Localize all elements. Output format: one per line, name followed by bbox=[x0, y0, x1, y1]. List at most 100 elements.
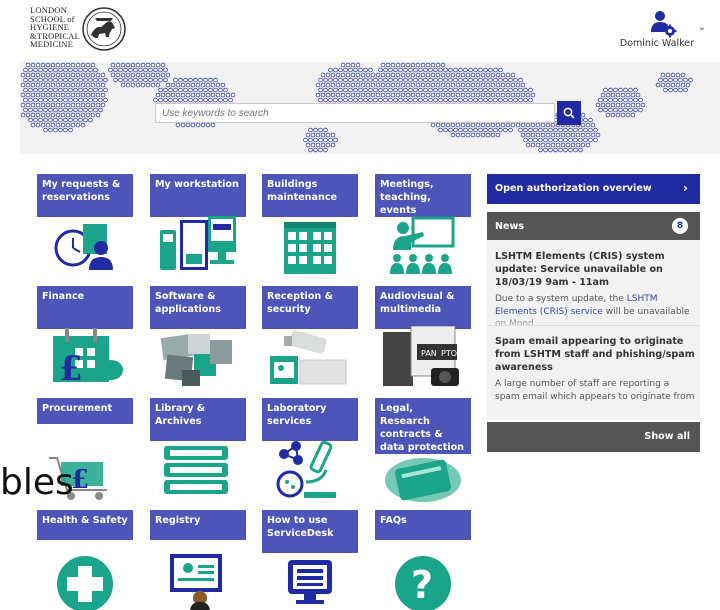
map-dot bbox=[450, 92, 456, 98]
map-dot bbox=[73, 117, 78, 123]
map-dot bbox=[80, 112, 86, 118]
map-dot bbox=[623, 107, 628, 113]
map-dot bbox=[378, 97, 383, 103]
map-dot bbox=[558, 147, 563, 153]
map-dot bbox=[480, 82, 486, 88]
map-dot bbox=[493, 97, 498, 103]
map-dot bbox=[198, 77, 203, 83]
map-dot bbox=[405, 72, 411, 78]
map-dot bbox=[613, 87, 618, 93]
tile-legal-research[interactable]: Legal, Research contracts & data protect… bbox=[375, 398, 471, 506]
map-dot bbox=[25, 62, 31, 68]
chevron-down-icon[interactable]: ⌄ bbox=[698, 22, 706, 33]
map-dot bbox=[490, 72, 496, 78]
map-dot bbox=[445, 82, 451, 88]
map-dot bbox=[603, 87, 608, 93]
tile-health-safety[interactable]: Health & Safety bbox=[37, 510, 133, 610]
news-item-title[interactable]: Spam email appearing to originate from L… bbox=[495, 335, 695, 374]
map-dot bbox=[433, 97, 438, 103]
map-dot bbox=[120, 72, 126, 78]
tile-how-to-use-servicedesk[interactable]: How to use ServiceDesk bbox=[262, 510, 358, 610]
map-dot bbox=[430, 122, 436, 128]
tile-faqs[interactable]: FAQs ? bbox=[375, 510, 471, 610]
map-dot bbox=[475, 72, 481, 78]
map-dot bbox=[50, 82, 56, 88]
news-item-title[interactable]: LSHTM Elements (CRIS) system update: Ser… bbox=[495, 250, 695, 289]
map-dot bbox=[510, 122, 516, 128]
search-input[interactable] bbox=[155, 103, 555, 123]
map-dot bbox=[20, 72, 26, 78]
news-item[interactable]: Spam email appearing to originate from L… bbox=[495, 335, 695, 415]
map-dot bbox=[610, 112, 616, 118]
map-dot bbox=[43, 117, 48, 123]
map-dot bbox=[525, 92, 531, 98]
map-dot bbox=[508, 87, 513, 93]
map-dot bbox=[495, 132, 501, 138]
map-dot bbox=[505, 82, 511, 88]
map-dot bbox=[490, 92, 496, 98]
tile-reception-security[interactable]: Reception & security bbox=[262, 286, 358, 394]
map-dot bbox=[440, 72, 446, 78]
tile-software-applications[interactable]: Software & applications bbox=[150, 286, 246, 394]
map-dot bbox=[468, 87, 473, 93]
lshtm-logo[interactable]: LONDON SCHOOL of HYGIENE &TROPICAL MEDIC… bbox=[30, 6, 130, 56]
map-dot bbox=[313, 137, 318, 143]
tile-label: Legal, Research contracts & data protect… bbox=[375, 398, 471, 454]
map-dot bbox=[185, 82, 191, 88]
map-dot bbox=[158, 87, 163, 93]
map-dot bbox=[198, 87, 203, 93]
software-icon bbox=[160, 334, 232, 386]
map-dot bbox=[333, 77, 338, 83]
map-dot bbox=[25, 82, 31, 88]
map-dot bbox=[78, 87, 83, 93]
tile-laboratory-services[interactable]: Laboratory services bbox=[262, 398, 358, 506]
map-dot bbox=[375, 82, 381, 88]
news-item[interactable]: LSHTM Elements (CRIS) system update: Ser… bbox=[495, 250, 695, 330]
map-dot bbox=[503, 97, 508, 103]
tile-finance[interactable]: Finance £ bbox=[37, 286, 133, 394]
map-dot bbox=[78, 117, 83, 123]
map-dot bbox=[448, 97, 453, 103]
user-menu[interactable]: Dominic Walker ⌄ bbox=[620, 8, 706, 52]
tile-buildings-maintenance[interactable]: Buildings maintenance bbox=[262, 174, 358, 282]
presentation-icon bbox=[390, 216, 455, 274]
map-dot bbox=[460, 92, 466, 98]
map-dot bbox=[525, 142, 531, 148]
tile-audiovisual-multimedia[interactable]: Audiovisual & multimedia PAN PTO bbox=[375, 286, 471, 394]
map-dot bbox=[610, 92, 616, 98]
map-dot bbox=[35, 102, 41, 108]
show-all-button[interactable]: Show all bbox=[487, 422, 700, 452]
map-dot bbox=[583, 117, 588, 123]
map-dot bbox=[478, 87, 483, 93]
map-dot bbox=[333, 97, 338, 103]
search-button[interactable] bbox=[557, 101, 581, 125]
map-dot bbox=[683, 87, 688, 93]
tile-my-workstation[interactable]: My workstation bbox=[150, 174, 246, 282]
tile-registry[interactable]: Registry bbox=[150, 510, 246, 610]
map-dot bbox=[70, 122, 76, 128]
tile-label: Library & Archives bbox=[150, 398, 246, 441]
map-dot bbox=[88, 107, 93, 113]
map-dot bbox=[318, 127, 323, 133]
map-dot bbox=[205, 92, 211, 98]
map-dot bbox=[43, 107, 48, 113]
map-dot bbox=[55, 122, 61, 128]
open-authorization-overview-button[interactable]: Open authorization overview › bbox=[487, 174, 700, 204]
map-dot bbox=[470, 92, 476, 98]
map-dot bbox=[448, 87, 453, 93]
map-dot bbox=[90, 102, 96, 108]
map-dot bbox=[60, 82, 66, 88]
map-dot bbox=[490, 122, 496, 128]
tile-meetings-teaching[interactable]: Meetings, teaching, events bbox=[375, 174, 471, 282]
map-dot bbox=[670, 72, 676, 78]
map-dot bbox=[450, 82, 456, 88]
tile-library-archives[interactable]: Library & Archives bbox=[150, 398, 246, 506]
map-dot bbox=[20, 92, 26, 98]
map-dot bbox=[535, 142, 541, 148]
map-dot bbox=[620, 112, 626, 118]
map-dot bbox=[145, 82, 151, 88]
map-dot bbox=[668, 87, 673, 93]
map-dot bbox=[675, 82, 681, 88]
tile-my-requests[interactable]: My requests & reservations bbox=[37, 174, 133, 282]
map-dot bbox=[488, 77, 493, 83]
